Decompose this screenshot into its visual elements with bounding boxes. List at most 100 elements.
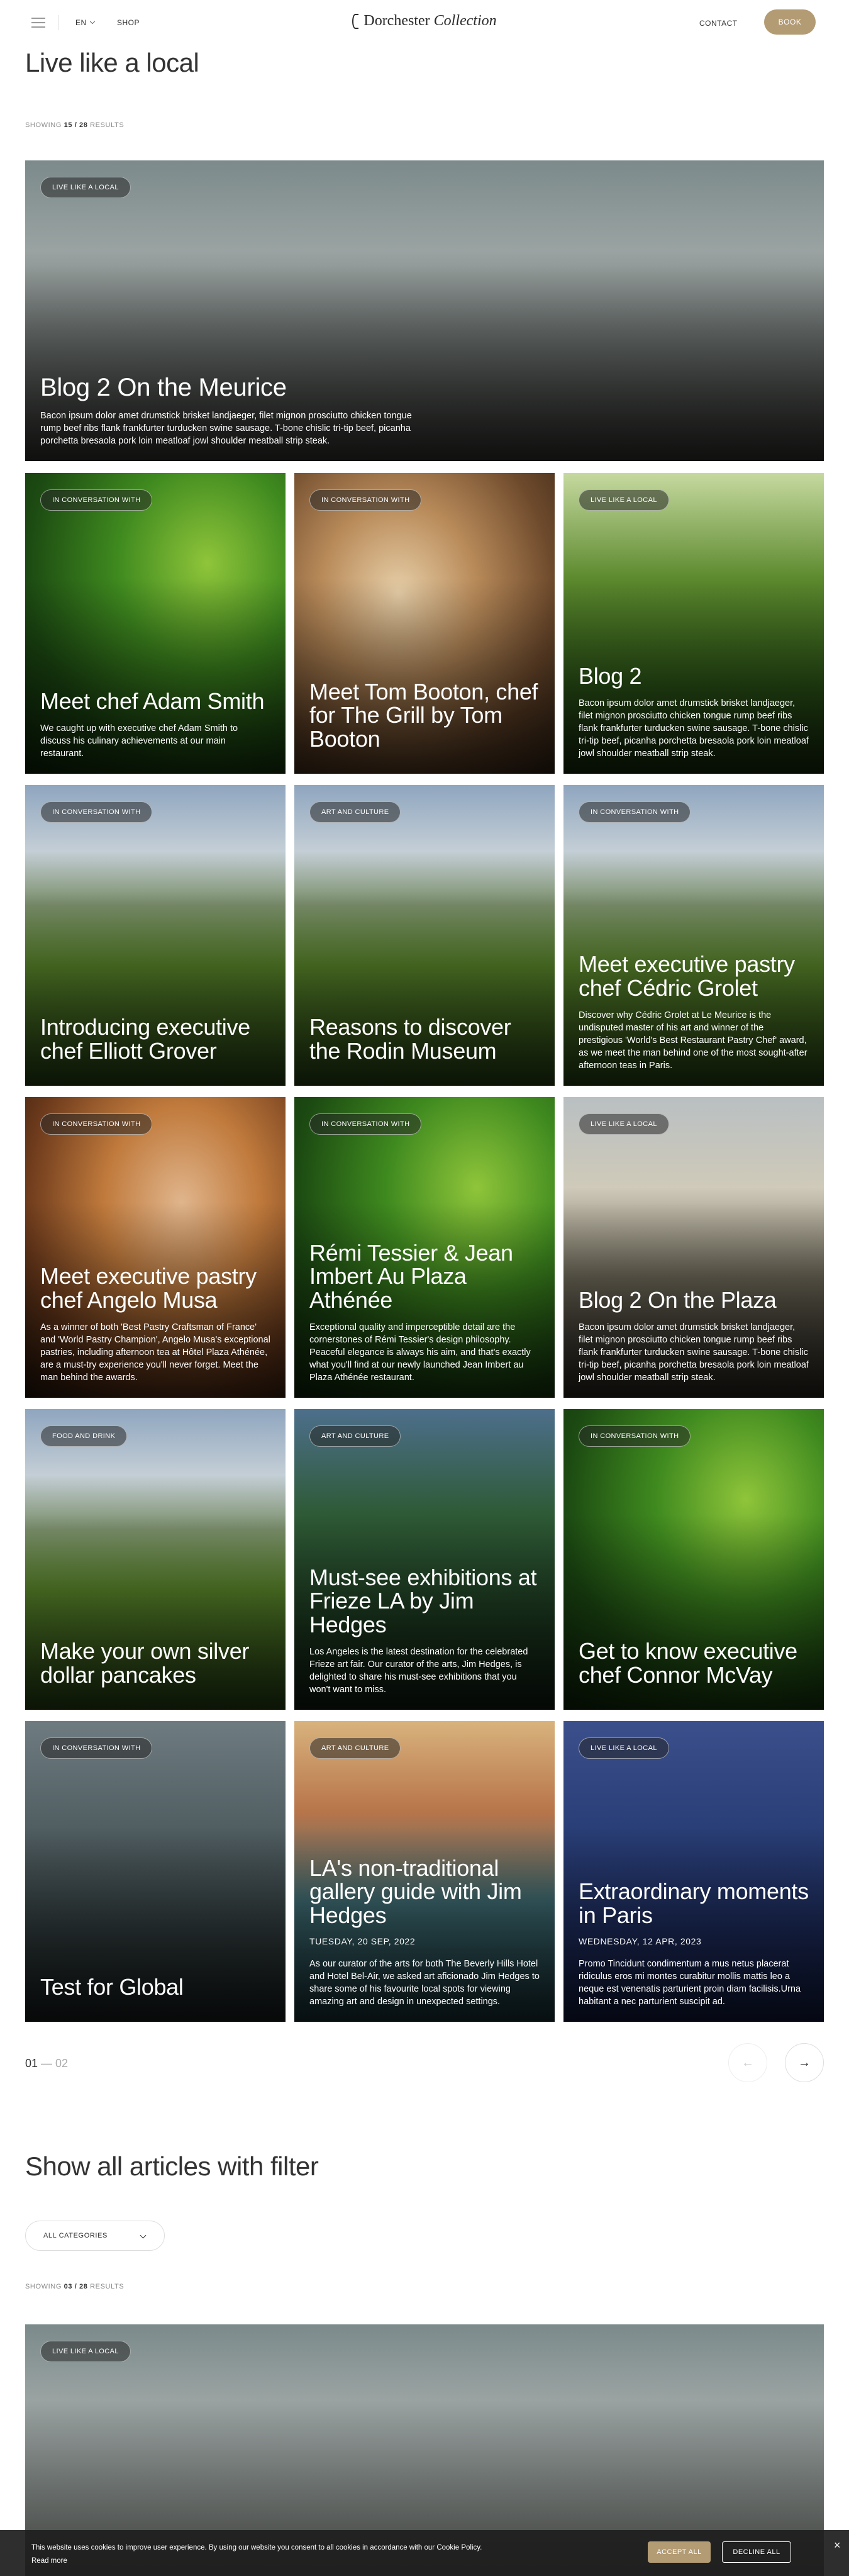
- card-title: Make your own silver dollar pancakes: [40, 1638, 250, 1688]
- showing-label: SHOWING: [25, 121, 62, 129]
- cookie-message: This website uses cookies to improve use…: [31, 2544, 482, 2551]
- category-tag: IN CONVERSATION WITH: [40, 1737, 153, 1759]
- cookie-banner: This website uses cookies to improve use…: [0, 2530, 849, 2576]
- card-title: Meet Tom Booton, chef for The Grill by T…: [309, 678, 538, 752]
- card-title: Meet executive pastry chef Angelo Musa: [40, 1263, 257, 1313]
- article-card[interactable]: IN CONVERSATION WITH Meet executive pastr…: [563, 785, 824, 1086]
- next-page-button[interactable]: →: [785, 2043, 824, 2082]
- article-card[interactable]: IN CONVERSATION WITH Meet Tom Booton, che…: [294, 473, 555, 774]
- card-description: Los Angeles is the latest destination fo…: [309, 1647, 528, 1695]
- arrow-right-icon: →: [798, 2055, 811, 2070]
- card-title: Introducing executive chef Elliott Grove…: [40, 1014, 250, 1064]
- card-body: Must-see exhibitions at Frieze LA by Jim…: [309, 1564, 540, 1696]
- card-description: Promo Tincidunt condimentum a mus netus …: [579, 1959, 801, 2007]
- category-tag: IN CONVERSATION WITH: [579, 1425, 691, 1447]
- filter-results-count: SHOWING 03 / 28 RESULTS: [25, 2283, 124, 2290]
- cookie-text-block: This website uses cookies to improve use…: [31, 2541, 482, 2567]
- card-body: Extraordinary moments in Paris WEDNESDAY,…: [579, 1880, 809, 2008]
- section-title: Live like a local: [25, 48, 199, 77]
- category-tag: IN CONVERSATION WITH: [40, 801, 153, 823]
- card-body: LA's non-traditional gallery guide with …: [309, 1856, 540, 2008]
- article-card[interactable]: IN CONVERSATION WITH Get to know executiv…: [563, 1409, 824, 1710]
- card-body: Make your own silver dollar pancakes: [40, 1639, 270, 1696]
- card-title: Reasons to discover the Rodin Museum: [309, 1014, 511, 1064]
- category-tag: ART AND CULTURE: [309, 1737, 401, 1759]
- card-body: Get to know executive chef Connor McVay: [579, 1639, 809, 1696]
- pagination: 01 — 02: [25, 2057, 68, 2070]
- category-tag: LIVE LIKE A LOCAL: [40, 2341, 131, 2362]
- article-card[interactable]: LIVE LIKE A LOCAL Extraordinary moments i…: [563, 1721, 824, 2022]
- card-body: Test for Global: [40, 1975, 270, 2008]
- showing-suffix: RESULTS: [90, 121, 125, 129]
- article-card[interactable]: FOOD AND DRINK Make your own silver dolla…: [25, 1409, 286, 1710]
- card-description: Discover why Cédric Grolet at Le Meurice…: [579, 1010, 807, 1071]
- card-body: Meet Tom Booton, chef for The Grill by T…: [309, 678, 540, 760]
- close-icon[interactable]: ×: [834, 2539, 841, 2552]
- showing-count: 03 / 28: [64, 2283, 88, 2290]
- article-card[interactable]: IN CONVERSATION WITH Test for Global: [25, 1721, 286, 2022]
- article-card[interactable]: IN CONVERSATION WITH Meet executive pastr…: [25, 1097, 286, 1398]
- category-tag: LIVE LIKE A LOCAL: [40, 177, 131, 198]
- decline-cookies-button[interactable]: DECLINE ALL: [722, 2541, 791, 2563]
- article-card[interactable]: LIVE LIKE A LOCAL Blog 2 Bacon ipsum dolor…: [563, 473, 824, 774]
- accept-cookies-button[interactable]: ACCEPT ALL: [648, 2541, 711, 2563]
- card-title: Test for Global: [40, 1974, 184, 2000]
- pagination-sep: —: [38, 2057, 56, 2070]
- category-tag: IN CONVERSATION WITH: [40, 489, 153, 511]
- contact-link[interactable]: CONTACT: [699, 19, 738, 28]
- category-tag: ART AND CULTURE: [309, 801, 401, 823]
- arrow-left-icon: ←: [741, 2055, 754, 2070]
- book-button[interactable]: BOOK: [764, 9, 816, 35]
- card-date: TUESDAY, 20 SEP, 2022: [309, 1936, 416, 1946]
- article-card[interactable]: ART AND CULTURE Must-see exhibitions at F…: [294, 1409, 555, 1710]
- showing-label: SHOWING: [25, 2283, 62, 2290]
- logo-script: Collection: [433, 13, 497, 29]
- showing-count: 15 / 28: [64, 121, 88, 129]
- card-body: Meet chef Adam Smith We caught up with ex…: [40, 689, 270, 760]
- card-title: Rémi Tessier & Jean Imbert Au Plaza Athé…: [309, 1239, 513, 1313]
- category-tag: LIVE LIKE A LOCAL: [579, 489, 669, 511]
- card-description: Bacon ipsum dolor amet drumstick brisket…: [40, 411, 412, 446]
- category-tag: ART AND CULTURE: [309, 1425, 401, 1447]
- article-card[interactable]: IN CONVERSATION WITH Meet chef Adam Smith…: [25, 473, 286, 774]
- card-body: Blog 2 Bacon ipsum dolor amet drumstick b…: [579, 664, 809, 760]
- showing-suffix: RESULTS: [90, 2283, 125, 2290]
- article-card[interactable]: IN CONVERSATION WITH Rémi Tessier & Jean …: [294, 1097, 555, 1398]
- card-title: LA's non-traditional gallery guide with …: [309, 1854, 522, 1929]
- card-description: Bacon ipsum dolor amet drumstick brisket…: [579, 1322, 809, 1383]
- category-filter-select[interactable]: ALL CATEGORIES: [25, 2221, 165, 2251]
- cookie-read-more-link[interactable]: Read more: [31, 2555, 482, 2568]
- card-body: Rémi Tessier & Jean Imbert Au Plaza Athé…: [309, 1241, 540, 1384]
- card-title: Blog 2: [579, 663, 642, 689]
- logo-mark-icon: [352, 14, 359, 30]
- article-card[interactable]: ART AND CULTURE Reasons to discover the R…: [294, 785, 555, 1086]
- logo-brand: Dorchester: [363, 13, 430, 29]
- card-body: Meet executive pastry chef Cédric Grolet…: [579, 952, 809, 1072]
- prev-page-button[interactable]: ←: [728, 2043, 767, 2082]
- pagination-total: 02: [55, 2057, 69, 2070]
- category-tag: FOOD AND DRINK: [40, 1425, 128, 1447]
- card-description: Exceptional quality and imperceptible de…: [309, 1322, 531, 1383]
- results-count: SHOWING 15 / 28 RESULTS: [25, 121, 124, 129]
- article-card[interactable]: ART AND CULTURE LA's non-traditional gall…: [294, 1721, 555, 2022]
- card-title: Get to know executive chef Connor McVay: [579, 1638, 797, 1688]
- category-tag: IN CONVERSATION WITH: [309, 1113, 422, 1135]
- card-date: WEDNESDAY, 12 APR, 2023: [579, 1936, 702, 1946]
- card-description: We caught up with executive chef Adam Sm…: [40, 723, 238, 759]
- card-description: As our curator of the arts for both The …: [309, 1959, 540, 2007]
- card-body: Introducing executive chef Elliott Grove…: [40, 1015, 270, 1072]
- card-title: Must-see exhibitions at Frieze LA by Jim…: [309, 1564, 537, 1638]
- card-title: Extraordinary moments in Paris: [579, 1878, 809, 1929]
- card-title: Meet executive pastry chef Cédric Grolet: [579, 951, 795, 1001]
- category-tag: IN CONVERSATION WITH: [40, 1113, 153, 1135]
- article-card[interactable]: LIVE LIKE A LOCAL Blog 2 On the Meurice Ba…: [25, 160, 824, 461]
- card-body: Blog 2 On the Meurice Bacon ipsum dolor a…: [40, 374, 809, 447]
- chevron-down-icon: [140, 2232, 147, 2239]
- article-card[interactable]: LIVE LIKE A LOCAL Blog 2 On the Plaza Baco…: [563, 1097, 824, 1398]
- article-card[interactable]: IN CONVERSATION WITH Introducing executiv…: [25, 785, 286, 1086]
- category-tag: LIVE LIKE A LOCAL: [579, 1737, 669, 1759]
- card-title: Blog 2 On the Meurice: [40, 374, 287, 401]
- card-description: As a winner of both 'Best Pastry Craftsm…: [40, 1322, 270, 1383]
- category-tag: IN CONVERSATION WITH: [309, 489, 422, 511]
- card-title: Blog 2 On the Plaza: [579, 1287, 777, 1313]
